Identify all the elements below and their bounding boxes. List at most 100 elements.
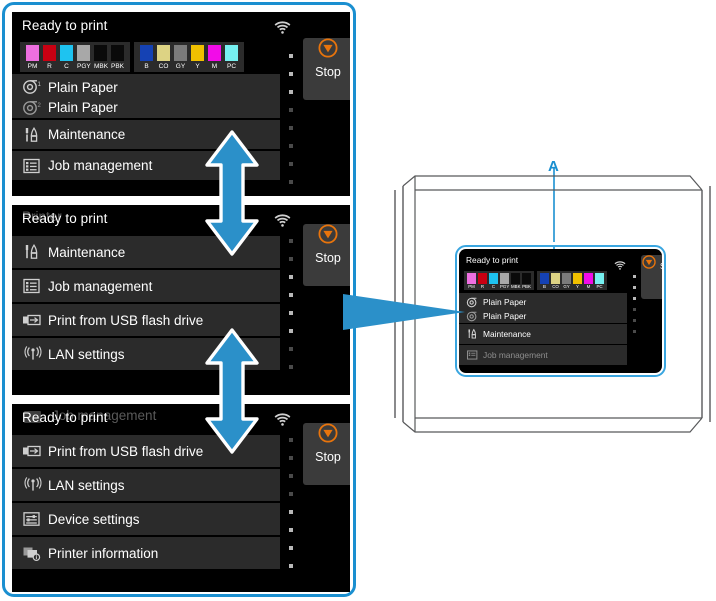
ink-swatch: R — [43, 45, 56, 71]
lan-antenna-icon — [22, 346, 48, 362]
maintenance-tools-icon — [22, 243, 48, 261]
paper-source-2-label: Plain Paper — [483, 311, 527, 321]
stop-button-label: Stop — [315, 450, 341, 464]
usb-print-label: Print from USB flash drive — [48, 443, 204, 459]
printer-information-label: Printer information — [48, 545, 159, 561]
paper-source-2[interactable]: Plain Paper — [459, 309, 627, 323]
wifi-icon — [614, 257, 626, 270]
stop-button-label: Stop — [315, 65, 341, 79]
ink-swatch: GY — [562, 273, 571, 290]
ink-swatch: PBK — [111, 45, 124, 71]
list-item-lan-settings[interactable]: LAN settings — [12, 469, 280, 503]
ink-level-bar: PM R C PGY MBK PBK B CO GY Y M PC — [464, 271, 607, 290]
ink-swatch: Y — [573, 273, 582, 290]
wifi-icon — [274, 413, 291, 426]
scroll-indicator[interactable] — [286, 438, 295, 568]
status-text: Ready to print — [466, 255, 519, 265]
job-list-icon — [22, 158, 48, 174]
list-item-job-management[interactable]: Job management — [12, 270, 280, 304]
ink-swatch: PGY — [77, 45, 91, 71]
list-item-job-management[interactable]: Job management — [459, 345, 627, 366]
scroll-arrow-1 — [201, 129, 263, 257]
wifi-icon — [274, 214, 291, 227]
ink-swatch: CO — [551, 273, 560, 290]
stop-button[interactable]: Stop — [303, 38, 350, 100]
stop-icon — [641, 255, 660, 273]
job-management-label: Job management — [483, 350, 548, 360]
operation-panel-mini: Ready to print PM R C PGY MBK PBK B CO G… — [459, 249, 662, 373]
ink-swatch: PC — [225, 45, 238, 71]
paper-source-2[interactable]: 2 Plain Paper — [12, 98, 280, 119]
ink-swatch: M — [584, 273, 593, 290]
operation-panel-menu-list: Plain Paper Plain Paper Maintenance Job … — [459, 293, 627, 366]
stop-button[interactable]: Stop — [303, 224, 350, 286]
svg-text:2: 2 — [38, 103, 42, 109]
sliders-icon — [22, 511, 48, 527]
job-management-label: Job management — [48, 158, 153, 173]
ink-group-2: B CO GY Y M PC — [134, 42, 244, 72]
paper-source-1-label: Plain Paper — [48, 79, 118, 95]
panel-bottom: Job management Ready to print Stop Print… — [12, 404, 350, 592]
ink-swatch: CO — [157, 45, 170, 71]
scroll-indicator[interactable] — [286, 239, 295, 369]
device-settings-label: Device settings — [48, 511, 140, 527]
list-item-paper[interactable]: 1 Plain Paper 2 Plain Paper — [12, 74, 280, 120]
panel-top: Ready to print PM R C PGY MBK PBK B CO G… — [12, 12, 350, 196]
lan-antenna-icon — [22, 477, 48, 493]
stop-button[interactable]: Stop — [641, 255, 662, 299]
usb-drive-icon — [22, 444, 48, 458]
stop-icon — [318, 423, 338, 447]
maintenance-label: Maintenance — [48, 244, 126, 260]
ink-swatch: R — [478, 273, 487, 290]
ink-swatch: C — [60, 45, 73, 71]
panel-top-header: Ready to print — [12, 12, 350, 42]
paper-source-1[interactable]: Plain Paper — [459, 295, 627, 309]
paper-source-1[interactable]: 1 Plain Paper — [12, 77, 280, 98]
roll-paper-1-icon: 1 — [22, 79, 48, 95]
status-text: Ready to print — [22, 18, 108, 33]
scroll-indicator[interactable] — [631, 275, 638, 341]
ink-swatch: Y — [191, 45, 204, 71]
ink-swatch: PM — [26, 45, 39, 71]
list-item-device-settings[interactable]: Device settings — [12, 503, 280, 537]
paper-source-1-label: Plain Paper — [483, 297, 527, 307]
ink-swatch: PGY — [500, 273, 509, 290]
stop-icon — [318, 38, 338, 62]
screen-sequence-group: Ready to print PM R C PGY MBK PBK B CO G… — [2, 2, 356, 597]
svg-text:1: 1 — [38, 82, 42, 88]
panel-bottom-menu-list: Print from USB flash drive LAN settings — [12, 435, 280, 571]
job-list-icon — [22, 278, 48, 294]
maintenance-label: Maintenance — [483, 329, 531, 339]
ink-level-bar: PM R C PGY MBK PBK B CO GY Y M PC — [20, 42, 244, 72]
printer-info-icon — [22, 545, 48, 561]
stop-button-label: Stop — [315, 251, 341, 265]
ink-swatch: M — [208, 45, 221, 71]
list-item-printer-information[interactable]: Printer information — [12, 537, 280, 571]
scroll-indicator[interactable] — [286, 54, 295, 184]
ink-swatch: C — [489, 273, 498, 290]
roll-paper-2-icon — [466, 311, 483, 322]
stop-button[interactable]: Stop — [303, 423, 350, 485]
status-text: Ready to print — [22, 211, 108, 226]
ink-swatch: PC — [595, 273, 604, 290]
stop-button-label: Stop — [660, 262, 662, 271]
job-list-icon — [466, 350, 483, 360]
paper-source-2-label: Plain Paper — [48, 100, 118, 116]
maintenance-tools-icon — [466, 328, 483, 340]
panel-middle: Printer Ready to print Stop Maintenance … — [12, 205, 350, 395]
list-item-paper[interactable]: Plain Paper Plain Paper — [459, 293, 627, 324]
usb-print-label: Print from USB flash drive — [48, 312, 204, 328]
panel-middle-header: Printer Ready to print — [12, 205, 350, 235]
panel-bottom-header: Job management Ready to print — [12, 404, 350, 434]
roll-paper-2-icon: 2 — [22, 100, 48, 116]
ink-swatch: MBK — [511, 273, 521, 290]
ink-swatch: PBK — [522, 273, 531, 290]
stop-icon — [318, 224, 338, 248]
ink-swatch: B — [140, 45, 153, 71]
maintenance-tools-icon — [22, 126, 48, 144]
ink-swatch: GY — [174, 45, 187, 71]
ink-swatch: MBK — [94, 45, 108, 71]
maintenance-label: Maintenance — [48, 127, 126, 142]
list-item-maintenance[interactable]: Maintenance — [459, 324, 627, 345]
ink-swatch: PM — [467, 273, 476, 290]
